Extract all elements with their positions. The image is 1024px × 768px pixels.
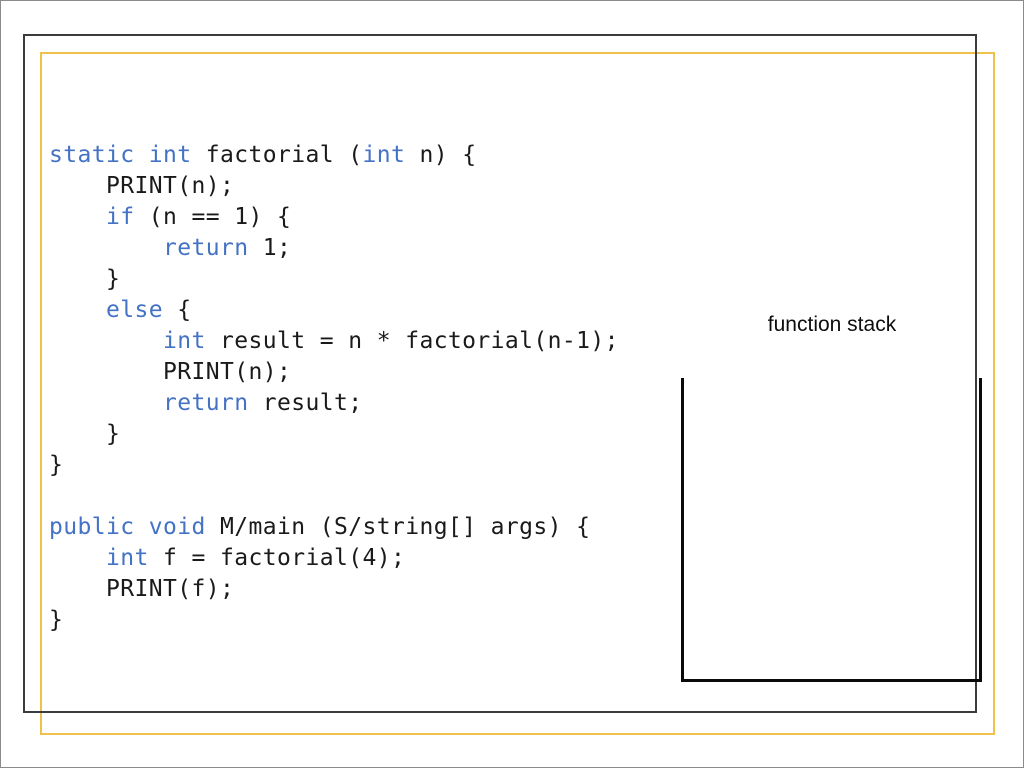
code-text-segment: PRINT(n); (49, 173, 235, 199)
code-line: } (49, 450, 649, 481)
code-text-segment (49, 204, 106, 230)
code-text-segment: (n == 1) { (134, 204, 292, 230)
code-text-segment (49, 390, 163, 416)
code-line: else { (49, 295, 649, 326)
code-line: return 1; (49, 233, 649, 264)
code-line: PRINT(f); (49, 574, 649, 605)
code-line: } (49, 605, 649, 636)
function-stack-label: function stack (767, 313, 897, 336)
code-line: static int factorial (int n) { (49, 140, 649, 171)
code-line: int f = factorial(4); (49, 543, 649, 574)
code-line: public void M/main (S/string[] args) { (49, 512, 649, 543)
code-text-segment (49, 297, 106, 323)
code-keyword: static int (49, 142, 192, 168)
code-line: } (49, 264, 649, 295)
code-text-segment: PRINT(n); (49, 359, 292, 385)
code-keyword: return (162, 390, 249, 416)
code-line: if (n == 1) { (49, 202, 649, 233)
code-text-segment (49, 545, 106, 571)
function-stack-box (681, 378, 982, 682)
code-text-segment: factorial ( (191, 142, 363, 168)
code-text-segment: } (49, 607, 64, 633)
code-text-segment: PRINT(f); (49, 576, 235, 602)
code-line: return result; (49, 388, 649, 419)
code-keyword: int (162, 328, 206, 354)
code-line: int result = n * factorial(n-1); (49, 326, 649, 357)
code-line: } (49, 419, 649, 450)
code-block: static int factorial (int n) { PRINT(n);… (49, 140, 649, 636)
code-text-segment: 1; (248, 235, 292, 261)
code-keyword: int (106, 545, 149, 571)
code-keyword: if (106, 204, 135, 230)
code-keyword: int (362, 142, 406, 168)
code-text-segment: result; (248, 390, 363, 416)
code-text-segment (49, 328, 163, 354)
code-keyword: public void (49, 514, 206, 540)
code-text-segment: } (49, 452, 64, 478)
slide-canvas: static int factorial (int n) { PRINT(n);… (0, 0, 1024, 768)
code-line: PRINT(n); (49, 171, 649, 202)
code-keyword: else (106, 297, 163, 323)
code-text-segment (49, 235, 163, 261)
code-keyword: return (162, 235, 249, 261)
code-text-segment: } (49, 421, 121, 447)
code-text-segment: result = n * factorial(n-1); (205, 328, 619, 354)
code-text-segment: } (49, 266, 121, 292)
code-root: static int factorial (int n) { PRINT(n);… (49, 140, 649, 636)
code-text: static int factorial (int n) { PRINT(n);… (49, 140, 649, 636)
code-text-segment: f = factorial(4); (148, 545, 406, 571)
code-line: PRINT(n); (49, 357, 649, 388)
code-text-segment: n) { (405, 142, 477, 168)
code-text-segment: M/main (S/string[] args) { (205, 514, 591, 540)
code-text-segment: { (163, 297, 192, 323)
